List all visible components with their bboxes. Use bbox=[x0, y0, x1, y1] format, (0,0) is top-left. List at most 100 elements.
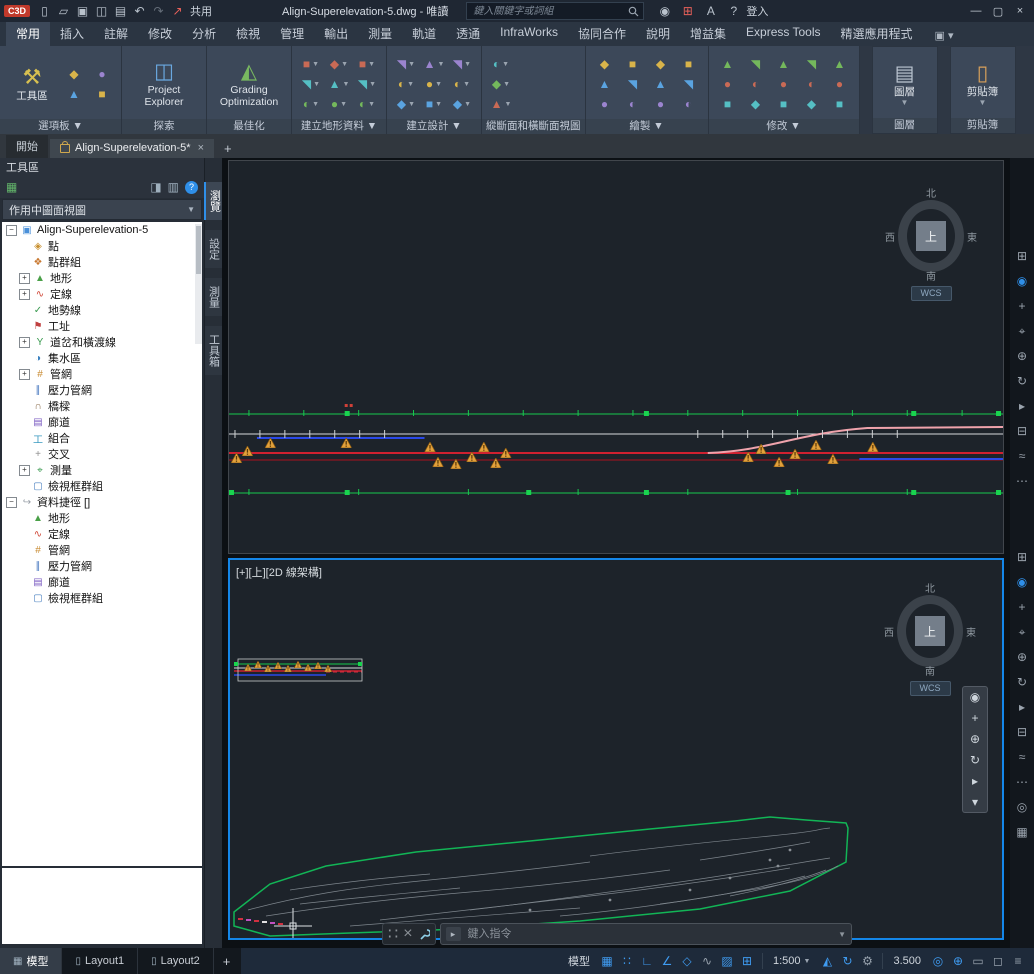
ribbon-tool-button[interactable]: ◆▼ bbox=[449, 95, 475, 114]
viewport-restore-icon[interactable]: ⊞ bbox=[1017, 551, 1027, 563]
annotation-monitor-icon[interactable]: ◎ bbox=[928, 951, 948, 971]
zoom-icon[interactable]: ⊕ bbox=[1017, 651, 1027, 663]
grid-toggle-icon[interactable]: ▦ bbox=[1016, 826, 1027, 838]
ribbon-panel-label[interactable]: 縱斷面和橫斷面視圖 bbox=[482, 119, 585, 134]
lineweight-icon[interactable]: ∿ bbox=[697, 951, 717, 971]
viewcube[interactable]: 北 西 上 東 南 WCS bbox=[885, 189, 977, 301]
ribbon-tool-button[interactable]: ◥ bbox=[620, 75, 646, 94]
undo-icon[interactable]: ↶ bbox=[131, 4, 148, 18]
share-button[interactable]: 共用 bbox=[190, 3, 212, 19]
ribbon-tool-button[interactable]: ▲▼ bbox=[488, 95, 514, 114]
tree-expand-toggle[interactable]: + bbox=[19, 369, 30, 380]
ribbon-tool-button[interactable]: ◐▼ bbox=[488, 55, 514, 74]
ribbon-tool-button[interactable]: ◐▼ bbox=[449, 75, 475, 94]
ribbon-panel-label[interactable]: 繪製 ▼ bbox=[586, 119, 708, 134]
flyout-arrow-icon[interactable]: ▼ bbox=[341, 61, 348, 68]
navbar-more-icon[interactable]: ▾ bbox=[972, 796, 978, 808]
viewport-controls-label[interactable]: [+][上][2D 線架構] bbox=[236, 564, 322, 580]
flyout-arrow-icon[interactable]: ▼ bbox=[407, 81, 414, 88]
viewcube-east[interactable]: 東 bbox=[967, 229, 977, 244]
menu-tab-14[interactable]: 說明 bbox=[636, 22, 680, 46]
pan-icon[interactable]: + bbox=[971, 712, 978, 724]
tree-item-intersections[interactable]: +交叉 bbox=[2, 446, 202, 462]
ribbon-tool-button[interactable]: ● bbox=[648, 95, 674, 114]
tab-close-icon[interactable]: × bbox=[198, 142, 204, 154]
ribbon-tool-button[interactable]: ■ bbox=[771, 95, 797, 114]
flyout-arrow-icon[interactable]: ▼ bbox=[312, 61, 319, 68]
ribbon-tool-button[interactable]: ■ bbox=[715, 95, 741, 114]
item-view-icon[interactable]: ▦ bbox=[6, 180, 17, 194]
viewcube-north[interactable]: 北 bbox=[885, 189, 977, 200]
clipboard-button[interactable]: ▯剪貼簿▼ bbox=[957, 62, 1009, 105]
toolspace-help-icon[interactable]: ? bbox=[185, 181, 198, 194]
toolspace-tab-1[interactable]: 瀏覽 bbox=[204, 182, 224, 220]
tree-expand-toggle[interactable]: − bbox=[6, 497, 17, 508]
layout-tab-2[interactable]: ▯Layout2 bbox=[138, 948, 214, 974]
compass-icon[interactable]: ◎ bbox=[1017, 801, 1027, 813]
ribbon-tool-button[interactable]: ● bbox=[771, 75, 797, 94]
viewcube-top-face[interactable]: 上 bbox=[916, 221, 946, 251]
measure-icon[interactable]: ≈ bbox=[1019, 751, 1026, 763]
ribbon-tool-button[interactable]: ● bbox=[592, 95, 618, 114]
flyout-arrow-icon[interactable]: ▼ bbox=[435, 101, 442, 108]
flyout-arrow-icon[interactable]: ▼ bbox=[504, 101, 511, 108]
ribbon-tool-button[interactable]: ▲▼ bbox=[421, 55, 447, 74]
viewcube-ring[interactable]: 上 bbox=[897, 595, 963, 667]
ribbon-tool-button[interactable]: ▲ bbox=[827, 55, 853, 74]
save-icon[interactable]: ▣ bbox=[74, 4, 91, 18]
ribbon-tool-button[interactable]: ◥ bbox=[743, 55, 769, 74]
tree-scrollbar[interactable] bbox=[195, 224, 202, 344]
toolspace-titlebar[interactable]: 工具區 bbox=[0, 158, 204, 176]
ortho-icon[interactable]: ∟ bbox=[637, 951, 657, 971]
viewcube-east[interactable]: 東 bbox=[966, 624, 976, 639]
viewcube-west[interactable]: 西 bbox=[885, 229, 895, 244]
tree-item-pressure-networks[interactable]: ∥壓力管網 bbox=[2, 558, 202, 574]
transparency-icon[interactable]: ▨ bbox=[717, 951, 737, 971]
ribbon-tool-button[interactable]: ◆ bbox=[743, 95, 769, 114]
flyout-arrow-icon[interactable]: ▼ bbox=[435, 81, 442, 88]
ribbon-panel-label[interactable]: 修改 ▼ bbox=[709, 119, 859, 134]
grading-optimization-button[interactable]: ◭Grading Optimization bbox=[213, 60, 285, 108]
zoom-icon[interactable]: ⊕ bbox=[1017, 350, 1027, 362]
project-explorer-button[interactable]: ◫Project Explorer bbox=[128, 60, 200, 108]
more-tools-icon[interactable]: ⋯ bbox=[1016, 475, 1028, 487]
menu-tab-17[interactable]: 精選應用程式 bbox=[831, 22, 923, 46]
toolspace-tab-3[interactable]: 測量 bbox=[205, 278, 223, 316]
tree-expand-toggle[interactable]: + bbox=[19, 273, 30, 284]
ribbon-tool-button[interactable]: ◆ bbox=[61, 65, 87, 84]
tree-item-corridors[interactable]: ▤廊道 bbox=[2, 574, 202, 590]
ribbon-tool-button[interactable]: ◥▼ bbox=[449, 55, 475, 74]
ribbon-tool-button[interactable]: ▲ bbox=[648, 75, 674, 94]
viewcube-north[interactable]: 北 bbox=[884, 584, 976, 595]
tree-item-turnouts[interactable]: +Y道岔和橫渡線 bbox=[2, 334, 202, 350]
top-viewport[interactable]: 北 西 上 東 南 WCS bbox=[228, 160, 1004, 554]
ribbon-tool-button[interactable]: ◆▼ bbox=[488, 75, 514, 94]
tree-item-corridors[interactable]: ▤廊道 bbox=[2, 414, 202, 430]
ribbon-tool-button[interactable]: ● bbox=[827, 75, 853, 94]
viewport-restore-icon[interactable]: ⊞ bbox=[1017, 250, 1027, 262]
flyout-arrow-icon[interactable]: ▼ bbox=[901, 99, 909, 106]
steering-wheel-icon[interactable]: ◉ bbox=[970, 691, 980, 703]
navigation-wheel-icon[interactable]: ◉ bbox=[1017, 275, 1027, 287]
tree-item-catchments[interactable]: ◑集水區 bbox=[2, 350, 202, 366]
layers-button[interactable]: ▤圖層▼ bbox=[879, 62, 931, 105]
showmotion-icon[interactable]: ▸ bbox=[1019, 400, 1025, 412]
ribbon-tool-button[interactable]: ▲▼ bbox=[326, 75, 352, 94]
save-as-icon[interactable]: ◫ bbox=[93, 4, 110, 18]
tree-item-data-shortcuts[interactable]: −↪資料捷徑 [] bbox=[2, 494, 202, 510]
toolspace-button[interactable]: ⚒工具區 bbox=[6, 66, 58, 102]
ribbon-tool-button[interactable]: ◐▼ bbox=[393, 75, 419, 94]
anchor-left-icon[interactable]: ⊟ bbox=[1017, 425, 1027, 437]
ribbon-panel-label[interactable]: 探索 bbox=[122, 119, 206, 134]
units-icon[interactable]: ⊕ bbox=[948, 951, 968, 971]
layout-tab-model[interactable]: ▦模型 bbox=[0, 948, 62, 974]
help-icon[interactable]: ? bbox=[725, 4, 742, 18]
snap-mode-icon[interactable]: ∷ bbox=[617, 951, 637, 971]
bottom-viewport-active[interactable]: [+][上][2D 線架構] bbox=[228, 558, 1004, 940]
ribbon-panel-label[interactable]: 選項板 ▼ bbox=[0, 119, 121, 134]
menu-tab-12[interactable]: InfraWorks bbox=[490, 22, 568, 46]
view-selector-dropdown[interactable]: 作用中圖面視圖▼ bbox=[2, 199, 202, 220]
orbit-icon[interactable]: ↻ bbox=[1017, 676, 1027, 688]
polar-tracking-icon[interactable]: ∠ bbox=[657, 951, 677, 971]
viewcube-south[interactable]: 南 bbox=[884, 667, 976, 678]
